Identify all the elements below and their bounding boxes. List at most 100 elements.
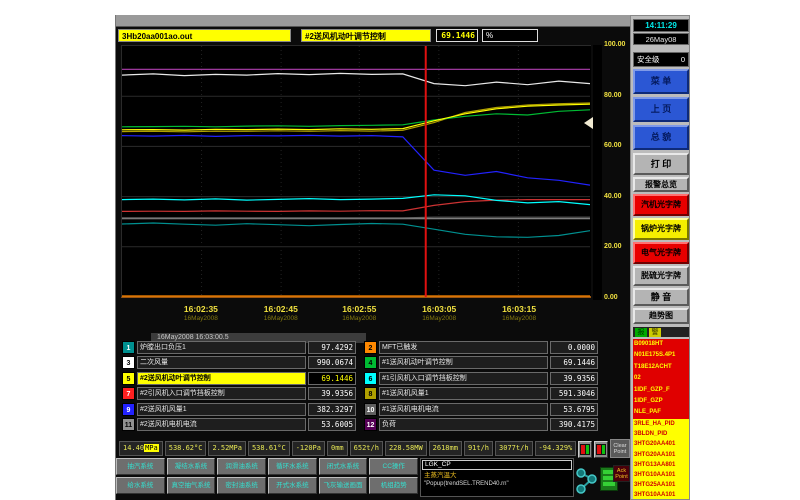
nav-button-open-water[interactable]: 开式水系统 (268, 477, 317, 494)
y-axis: 100.0080.0060.0040.0020.000.00 (604, 15, 631, 315)
legend-color-chip: 4 (364, 356, 377, 369)
alarm-item[interactable]: N01E175S.4P1 (633, 350, 689, 361)
legend-row[interactable]: 1 炉膛出口负压1 97.4292 (122, 341, 356, 354)
print-button[interactable]: 打 印 (633, 153, 689, 175)
current-value-marker-icon[interactable] (584, 117, 593, 129)
alarm-list-yellow: 3RLE_HA_PID 3BLDN_PID 3HTG20AA401 3HTG20… (633, 419, 689, 499)
legend-row[interactable]: 2 MFT已触发 0.0000 (364, 341, 598, 354)
x-axis-date-label: 16May2008 (422, 315, 456, 322)
status-field: 538.61°C (248, 441, 290, 456)
x-axis-date-label: 16May2008 (264, 315, 298, 322)
alarm-item[interactable]: 1IDF_GZP (633, 396, 689, 407)
point-indicator-button-2[interactable] (594, 441, 608, 458)
clear-point-button[interactable]: ClearPoint (610, 439, 630, 458)
alarm-item[interactable]: T18E12ACHT (633, 362, 689, 373)
status-field-main-steam-pressure: 14.40MPa (119, 441, 163, 456)
legend-color-chip: 12 (364, 418, 377, 431)
previous-page-button[interactable]: 上 页 (633, 97, 689, 122)
legend-row[interactable]: 12 负荷 390.4175 (364, 418, 598, 431)
turbine-annunciator-button[interactable]: 汽机光字牌 (633, 194, 689, 216)
legend-row-selected[interactable]: 5 #2送风机动叶调节控制 69.1446 (122, 372, 356, 385)
nav-button-closed-water[interactable]: 闭式水系统 (319, 458, 368, 475)
alarm-item[interactable]: 3RLE_HA_PID (633, 419, 689, 429)
boiler-annunciator-button[interactable]: 锅炉光字牌 (633, 218, 689, 240)
nav-button-vacuum[interactable]: 真空抽气系统 (167, 477, 216, 494)
legend-label: #1引风机入口调节挡板控制 (379, 372, 548, 385)
trend-plot-area[interactable] (121, 45, 591, 298)
alarm-item[interactable]: 3HTG20AA401 (633, 439, 689, 449)
point-description-field[interactable]: #2送风机动叶调节控制 (301, 29, 431, 42)
legend-value: 0.0000 (550, 341, 598, 354)
x-axis-time-label: 16:02:55 (342, 304, 376, 314)
nav-button-ash-handling[interactable]: 飞灰输送画面 (319, 477, 368, 494)
overview-button[interactable]: 总 貌 (633, 125, 689, 150)
menu-button[interactable]: 菜 单 (633, 69, 689, 94)
trend-line (122, 135, 590, 185)
alarm-item[interactable]: 3BLDN_PID (633, 429, 689, 439)
status-field: 2618mm (429, 441, 462, 456)
fgd-annunciator-button[interactable]: 脱硫光字牌 (633, 266, 689, 286)
status-field: 0mm (327, 441, 348, 456)
network-nodes-icon[interactable] (576, 465, 598, 495)
ack-point-button[interactable]: AckPoint (613, 465, 630, 482)
x-axis-time-label: 16:03:05 (422, 304, 456, 314)
legend-row[interactable]: 11 #2送风机电机电流 53.6005 (122, 418, 356, 431)
alarm-item[interactable]: 3HTG25AA101 (633, 480, 689, 490)
status-field: 3077t/h (495, 441, 533, 456)
traffic-light-icon (596, 444, 606, 455)
legend-label: #1送风机风量1 (379, 387, 548, 400)
security-level-field[interactable]: 安全级0 (633, 52, 689, 67)
alarm-item[interactable]: B09018HT (633, 339, 689, 350)
command-input[interactable]: LGK_CP (422, 460, 572, 470)
legend-label: #1送风机动叶调节控制 (379, 356, 548, 369)
alarm-item[interactable]: 3HTG10AA101 (633, 470, 689, 480)
trend-lines-canvas (122, 46, 590, 297)
alarm-item[interactable]: 3HTG10AA101 (633, 490, 689, 499)
alarm-item[interactable]: 3HTG13AA801 (633, 460, 689, 470)
legend-row[interactable]: 7 #2引风机入口调节挡板控制 39.9356 (122, 387, 356, 400)
legend-color-chip: 1 (122, 341, 135, 354)
trend-line (122, 73, 590, 85)
legend-row[interactable]: 6 #1引风机入口调节挡板控制 39.9356 (364, 372, 598, 385)
legend-label: #2送风机动叶调节控制 (137, 372, 306, 385)
electrical-annunciator-button[interactable]: 电气光字牌 (633, 242, 689, 264)
alarm-item[interactable]: 1IDF_GZP_F (633, 385, 689, 396)
legend-row[interactable]: 10 #1送风机电机电流 53.6795 (364, 403, 598, 416)
nav-button-cc-operation[interactable]: CC操作 (369, 458, 418, 475)
legend-row[interactable]: 9 #2送风机风量1 382.3297 (122, 403, 356, 416)
alarm-item[interactable]: NLE_PAF (633, 407, 689, 418)
value-marker-strip[interactable] (593, 45, 602, 300)
alarm-summary-button[interactable]: 报警总览 (633, 177, 689, 192)
legend-color-chip: 8 (364, 387, 377, 400)
y-axis-label: 20.00 (604, 243, 622, 250)
x-axis-date-label: 16May2008 (184, 315, 218, 322)
alarm-list-red: B09018HT N01E175S.4P1 T18E12ACHT 02 1IDF… (633, 339, 689, 419)
trend-line (122, 110, 590, 127)
nav-button-unit-trend[interactable]: 机组趋势 (369, 477, 418, 494)
status-field: 91t/h (464, 441, 493, 456)
legend-label: 负荷 (379, 418, 548, 431)
alarm-item[interactable]: 3HTG20AA101 (633, 450, 689, 460)
legend-label: 炉膛出口负压1 (137, 341, 306, 354)
trend-chart-button[interactable]: 趋势图 (633, 308, 689, 324)
nav-button-feedwater[interactable]: 给水系统 (116, 477, 165, 494)
console-script-text: "Popup(trendSEL.TREND40.rn" (421, 480, 573, 488)
mute-button[interactable]: 静 音 (633, 288, 689, 306)
nav-button-extraction-steam[interactable]: 抽汽系统 (116, 458, 165, 475)
legend-row[interactable]: 3 二次风量 990.0674 (122, 356, 356, 369)
legend-row[interactable]: 4 #1送风机动叶调节控制 69.1446 (364, 356, 598, 369)
legend-color-chip: 6 (364, 372, 377, 385)
command-console: LGK_CP 主蒸汽温大 "Popup(trendSEL.TREND40.rn" (420, 458, 574, 497)
point-indicator-button-1[interactable] (578, 441, 592, 458)
legend-color-chip: 2 (364, 341, 377, 354)
nav-button-condensate[interactable]: 凝结水系统 (167, 458, 216, 475)
alarm-item[interactable]: 02 (633, 373, 689, 384)
legend-row[interactable]: 8 #1送风机风量1 591.3046 (364, 387, 598, 400)
nav-button-seal-oil[interactable]: 密封油系统 (217, 477, 266, 494)
nav-button-row-1: 抽汽系统 凝结水系统 润滑油系统 循环水系统 闭式水系统 CC操作 (116, 458, 418, 475)
legend-value: 990.0674 (308, 356, 356, 369)
nav-button-lube-oil[interactable]: 润滑油系统 (217, 458, 266, 475)
point-tag-field[interactable]: 3Hb20aa001ao.out (118, 29, 291, 42)
status-field: 228.58MW (385, 441, 427, 456)
nav-button-circ-water[interactable]: 循环水系统 (268, 458, 317, 475)
